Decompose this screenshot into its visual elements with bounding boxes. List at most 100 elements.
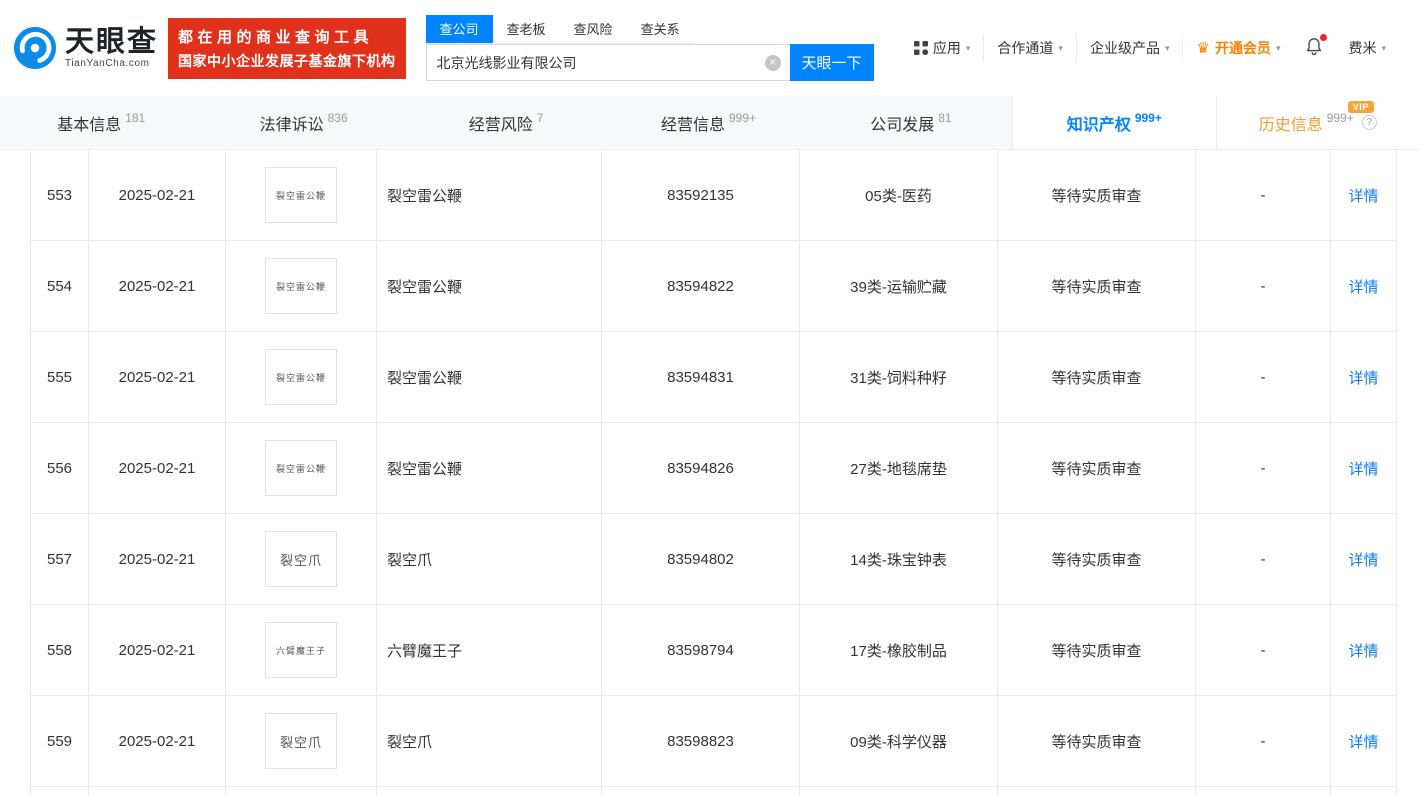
trademark-name: 六臂魔王子 bbox=[377, 605, 602, 695]
tab-operating-risk[interactable]: 经营风险 7 bbox=[405, 96, 607, 149]
user-name: 费米 bbox=[1348, 40, 1377, 56]
extra-column: - bbox=[1196, 332, 1331, 422]
nav-item-apps[interactable]: 应用 ▾ bbox=[901, 35, 984, 61]
notification-red-dot bbox=[1320, 34, 1328, 41]
trademark-image-cell: 裂空雷公鞭 bbox=[226, 423, 377, 513]
trademark-image[interactable]: 裂空雷公鞭 bbox=[265, 349, 337, 405]
row-number: 558 bbox=[31, 605, 89, 695]
trademark-image[interactable]: 裂空爪 bbox=[265, 713, 337, 769]
row-number: 556 bbox=[31, 423, 89, 513]
search-tab-relation[interactable]: 查关系 bbox=[627, 15, 694, 43]
trademark-status: 等待实质审查 bbox=[998, 696, 1196, 786]
crown-icon: ♛ bbox=[1196, 39, 1210, 57]
trademark-image[interactable]: 六臂魔王子 bbox=[265, 622, 337, 678]
trademark-image-cell: 裂空爪 bbox=[226, 514, 377, 604]
trademark-status: 等待实质审查 bbox=[998, 423, 1196, 513]
detail-link[interactable]: 详情 bbox=[1348, 458, 1378, 479]
table-row: 557 2025-02-21 裂空爪 裂空爪 83594802 14类-珠宝钟表… bbox=[31, 514, 1396, 605]
action-cell: 详情 bbox=[1331, 241, 1396, 331]
tab-count: 81 bbox=[938, 110, 952, 125]
clear-search-icon[interactable]: × bbox=[764, 54, 781, 71]
trademark-image[interactable]: 裂空雷公鞭 bbox=[265, 167, 337, 223]
search-tab-risk[interactable]: 查风险 bbox=[560, 15, 627, 43]
table-row: 554 2025-02-21 裂空雷公鞭 裂空雷公鞭 83594822 39类-… bbox=[31, 241, 1396, 332]
nav-apps-label: 应用 bbox=[932, 40, 961, 56]
filler-cell bbox=[89, 787, 226, 796]
search-tab-boss[interactable]: 查老板 bbox=[493, 15, 560, 43]
tab-intellectual-property[interactable]: 知识产权 999+ bbox=[1012, 96, 1216, 149]
extra-column: - bbox=[1196, 696, 1331, 786]
table-row: 558 2025-02-21 六臂魔王子 六臂魔王子 83598794 17类-… bbox=[31, 605, 1396, 696]
filler-cell bbox=[998, 787, 1196, 796]
help-icon[interactable]: ? bbox=[1361, 115, 1377, 130]
tab-basic-info[interactable]: 基本信息 181 bbox=[0, 96, 202, 149]
nav-enterprise-label: 企业级产品 bbox=[1089, 40, 1160, 56]
notification-bell[interactable] bbox=[1293, 34, 1335, 59]
trademark-image[interactable]: 裂空爪 bbox=[265, 531, 337, 587]
trademark-name: 裂空雷公鞭 bbox=[377, 423, 602, 513]
trademark-status: 等待实质审查 bbox=[998, 241, 1196, 331]
detail-link[interactable]: 详情 bbox=[1348, 549, 1378, 570]
extra-column: - bbox=[1196, 605, 1331, 695]
tab-legal-proceedings[interactable]: 法律诉讼 836 bbox=[202, 96, 404, 149]
chevron-down-icon: ▾ bbox=[1058, 42, 1063, 53]
application-date: 2025-02-21 bbox=[89, 696, 226, 786]
trademark-category: 14类-珠宝钟表 bbox=[800, 514, 998, 604]
search-input[interactable] bbox=[426, 45, 790, 80]
action-cell: 详情 bbox=[1331, 332, 1396, 422]
search-row: × 天眼一下 bbox=[425, 44, 874, 81]
detail-link[interactable]: 详情 bbox=[1348, 367, 1378, 388]
trademark-image[interactable]: 裂空雷公鞭 bbox=[265, 440, 337, 496]
section-tab-bar: 基本信息 181 法律诉讼 836 经营风险 7 经营信息 999+ 公司发展 … bbox=[0, 96, 1419, 150]
table-row: 556 2025-02-21 裂空雷公鞭 裂空雷公鞭 83594826 27类-… bbox=[31, 423, 1396, 514]
trademark-name: 裂空爪 bbox=[377, 514, 602, 604]
search-input-wrap: × bbox=[425, 44, 790, 81]
trademark-table: 553 2025-02-21 裂空雷公鞭 裂空雷公鞭 83592135 05类-… bbox=[30, 150, 1397, 796]
registration-number: 83594822 bbox=[602, 241, 800, 331]
trademark-name: 裂空雷公鞭 bbox=[377, 150, 602, 240]
table-row: 553 2025-02-21 裂空雷公鞭 裂空雷公鞭 83592135 05类-… bbox=[31, 150, 1396, 241]
action-cell: 详情 bbox=[1331, 514, 1396, 604]
slogan-line-1: 都在用的商业查询工具 bbox=[178, 28, 374, 46]
trademark-category: 39类-运输贮藏 bbox=[800, 241, 998, 331]
tab-company-development[interactable]: 公司发展 81 bbox=[810, 96, 1012, 149]
tab-count: 181 bbox=[125, 110, 146, 125]
row-number: 554 bbox=[31, 241, 89, 331]
search-button[interactable]: 天眼一下 bbox=[789, 44, 874, 81]
search-tab-company[interactable]: 查公司 bbox=[425, 15, 493, 43]
registration-number: 83594831 bbox=[602, 332, 800, 422]
trademark-name: 裂空爪 bbox=[377, 696, 602, 786]
filler-cell bbox=[602, 787, 800, 796]
tab-label: 基本信息 bbox=[57, 116, 122, 134]
tab-count: 999+ bbox=[1134, 110, 1162, 125]
tab-label: 经营信息 bbox=[660, 116, 725, 134]
application-date: 2025-02-21 bbox=[89, 241, 226, 331]
tab-history-info[interactable]: VIP 历史信息 999+ ? bbox=[1215, 96, 1419, 149]
action-cell: 详情 bbox=[1331, 423, 1396, 513]
nav-item-membership[interactable]: ♛ 开通会员 ▾ bbox=[1182, 35, 1293, 61]
nav-item-cooperation[interactable]: 合作通道 ▾ bbox=[983, 35, 1076, 61]
filler-cell bbox=[226, 787, 377, 796]
tianyancha-logo[interactable]: 天眼查 TianYanCha.com bbox=[12, 25, 158, 71]
tab-count: 7 bbox=[536, 110, 544, 125]
detail-link[interactable]: 详情 bbox=[1348, 640, 1378, 661]
trademark-table-body: 553 2025-02-21 裂空雷公鞭 裂空雷公鞭 83592135 05类-… bbox=[31, 150, 1396, 787]
tianyancha-logo-icon bbox=[13, 26, 57, 70]
trademark-image-cell: 六臂魔王子 bbox=[226, 605, 377, 695]
trademark-category: 31类-饲料种籽 bbox=[800, 332, 998, 422]
filler-cell bbox=[1196, 787, 1331, 796]
detail-link[interactable]: 详情 bbox=[1348, 185, 1378, 206]
tab-business-info[interactable]: 经营信息 999+ bbox=[607, 96, 809, 149]
nav-item-user[interactable]: 费米 ▾ bbox=[1335, 35, 1399, 61]
tab-count: 836 bbox=[327, 110, 348, 125]
action-cell: 详情 bbox=[1331, 696, 1396, 786]
detail-link[interactable]: 详情 bbox=[1348, 731, 1378, 752]
trademark-image[interactable]: 裂空雷公鞭 bbox=[265, 258, 337, 314]
action-cell: 详情 bbox=[1331, 150, 1396, 240]
detail-link[interactable]: 详情 bbox=[1348, 276, 1378, 297]
search-area: 查公司 查老板 查风险 查关系 × 天眼一下 bbox=[425, 15, 874, 81]
nav-membership-label: 开通会员 bbox=[1214, 40, 1271, 56]
registration-number: 83594826 bbox=[602, 423, 800, 513]
trademark-name: 裂空雷公鞭 bbox=[377, 332, 602, 422]
nav-item-enterprise[interactable]: 企业级产品 ▾ bbox=[1075, 35, 1183, 61]
